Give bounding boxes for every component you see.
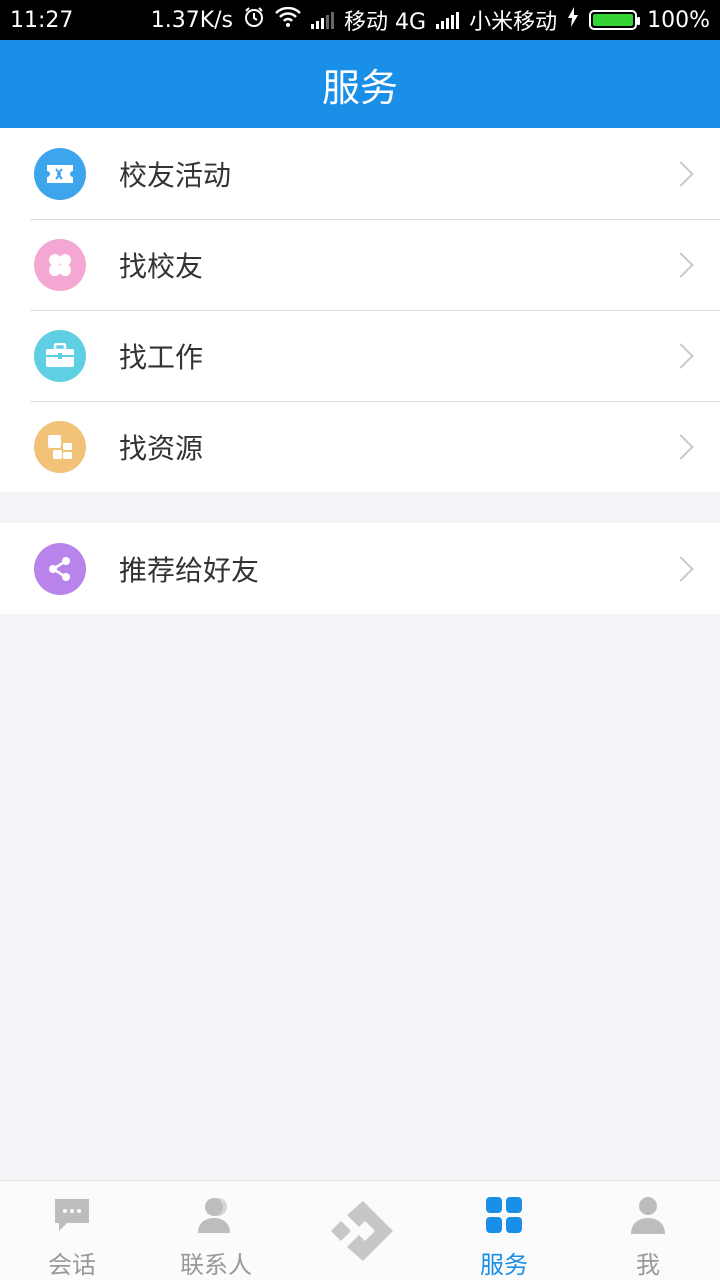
tab-label: 会话 <box>48 1251 96 1279</box>
chevron-right-icon <box>668 433 694 460</box>
network-speed: 1.37K/s <box>150 7 234 33</box>
menu-group-secondary: 推荐给好友 <box>0 523 720 614</box>
tab-logo[interactable] <box>288 1181 432 1280</box>
app-header: 服务 <box>0 40 720 128</box>
status-time: 11:27 <box>10 7 74 33</box>
alarm-icon <box>243 6 265 34</box>
bottom-tab-bar: 会话 联系人 服务 我 <box>0 1180 720 1280</box>
menu-item-find-resources[interactable]: 找资源 <box>0 401 720 492</box>
wifi-icon <box>275 6 301 33</box>
person-icon <box>628 1195 668 1235</box>
chevron-right-icon <box>668 555 694 582</box>
chevron-right-icon <box>668 160 694 187</box>
menu-item-label: 找校友 <box>119 249 204 283</box>
services-grid-icon <box>484 1195 524 1235</box>
chevron-right-icon <box>668 342 694 369</box>
chat-icon <box>52 1195 92 1235</box>
menu-item-label: 找工作 <box>119 340 204 374</box>
menu-item-alumni-activities[interactable]: 校友活动 <box>0 128 720 219</box>
tab-label: 我 <box>636 1251 660 1279</box>
page-title: 服务 <box>321 65 398 110</box>
carrier-2: 小米移动 <box>469 10 558 35</box>
carrier-1: 移动 4G <box>344 10 427 35</box>
tab-label: 服务 <box>480 1251 528 1279</box>
menu-item-label: 找资源 <box>119 431 204 465</box>
menu-item-find-alumni[interactable]: 找校友 <box>0 219 720 310</box>
battery-percent: 100% <box>647 7 710 33</box>
contacts-icon <box>196 1195 236 1235</box>
signal-icon-2 <box>436 11 460 29</box>
charging-icon <box>567 7 579 33</box>
menu-item-label: 推荐给好友 <box>119 553 260 587</box>
tab-chat[interactable]: 会话 <box>0 1181 144 1280</box>
menu-group-primary: 校友活动 找校友 找工作 找资源 <box>0 128 720 492</box>
ticket-icon <box>34 147 86 200</box>
signal-icon <box>311 11 335 29</box>
blocks-icon <box>34 420 86 473</box>
logo-icon <box>325 1196 395 1266</box>
briefcase-icon <box>34 329 86 382</box>
battery-icon <box>589 10 641 30</box>
status-bar: 11:27 1.37K/s 移动 4G 小米移动 100% <box>0 0 720 40</box>
menu-item-find-job[interactable]: 找工作 <box>0 310 720 401</box>
tab-me[interactable]: 我 <box>576 1181 720 1280</box>
menu-item-recommend-to-friends[interactable]: 推荐给好友 <box>0 523 720 614</box>
chevron-right-icon <box>668 251 694 278</box>
clover-icon <box>34 238 86 291</box>
tab-contacts[interactable]: 联系人 <box>144 1181 288 1280</box>
share-icon <box>34 542 86 595</box>
tab-services[interactable]: 服务 <box>432 1181 576 1280</box>
menu-item-label: 校友活动 <box>119 158 232 192</box>
tab-label: 联系人 <box>180 1251 252 1279</box>
